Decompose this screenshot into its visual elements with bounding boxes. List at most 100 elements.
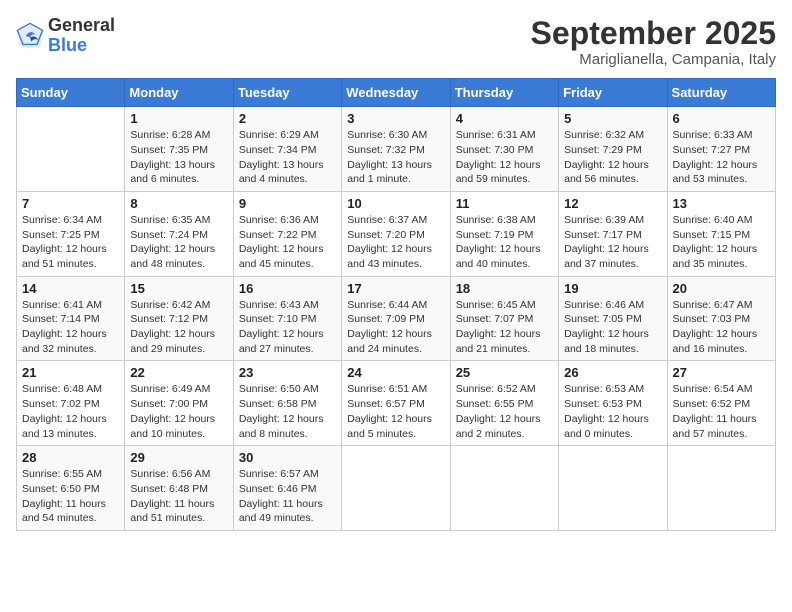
day-number: 7 [22,196,119,211]
calendar-cell: 1 Sunrise: 6:28 AMSunset: 7:35 PMDaylight… [125,107,233,192]
day-info: Sunrise: 6:57 AMSunset: 6:46 PMDaylight:… [239,467,336,526]
day-info: Sunrise: 6:33 AMSunset: 7:27 PMDaylight:… [673,128,770,187]
calendar-cell: 6Sunrise: 6:33 AMSunset: 7:27 PMDaylight… [667,107,775,192]
day-number: 23 [239,365,336,380]
day-info: Sunrise: 6:43 AMSunset: 7:10 PMDaylight:… [239,298,336,357]
logo-general: General [48,16,115,36]
day-info: Sunrise: 6:49 AMSunset: 7:00 PMDaylight:… [130,382,227,441]
calendar-cell: 28 Sunrise: 6:55 AMSunset: 6:50 PMDayligh… [17,446,125,531]
day-number: 2 [239,111,336,126]
day-info: Sunrise: 6:48 AMSunset: 7:02 PMDaylight:… [22,382,119,441]
logo-icon [16,22,44,50]
calendar-cell: 10 Sunrise: 6:37 AMSunset: 7:20 PMDayligh… [342,191,450,276]
day-number: 12 [564,196,661,211]
day-info: Sunrise: 6:40 AMSunset: 7:15 PMDaylight:… [673,213,770,272]
day-number: 20 [673,281,770,296]
day-number: 9 [239,196,336,211]
logo-blue: Blue [48,36,115,56]
calendar-body: 1 Sunrise: 6:28 AMSunset: 7:35 PMDaylight… [17,107,776,531]
calendar-cell: 2 Sunrise: 6:29 AMSunset: 7:34 PMDaylight… [233,107,341,192]
day-info: Sunrise: 6:32 AMSunset: 7:29 PMDaylight:… [564,128,661,187]
day-number: 10 [347,196,444,211]
calendar-week-4: 21Sunrise: 6:48 AMSunset: 7:02 PMDayligh… [17,361,776,446]
location: Mariglianella, Campania, Italy [531,51,776,68]
header-day-thursday: Thursday [450,79,558,107]
day-info: Sunrise: 6:29 AMSunset: 7:34 PMDaylight:… [239,128,336,187]
calendar-cell [450,446,558,531]
header-day-tuesday: Tuesday [233,79,341,107]
day-info: Sunrise: 6:37 AMSunset: 7:20 PMDaylight:… [347,213,444,272]
header-day-saturday: Saturday [667,79,775,107]
day-info: Sunrise: 6:35 AMSunset: 7:24 PMDaylight:… [130,213,227,272]
day-number: 8 [130,196,227,211]
calendar-cell: 5 Sunrise: 6:32 AMSunset: 7:29 PMDaylight… [559,107,667,192]
day-info: Sunrise: 6:54 AMSunset: 6:52 PMDaylight:… [673,382,770,441]
day-number: 19 [564,281,661,296]
day-number: 27 [673,365,770,380]
day-number: 17 [347,281,444,296]
day-number: 16 [239,281,336,296]
calendar-week-2: 7 Sunrise: 6:34 AMSunset: 7:25 PMDaylight… [17,191,776,276]
day-number: 1 [130,111,227,126]
day-info: Sunrise: 6:28 AMSunset: 7:35 PMDaylight:… [130,128,227,187]
calendar-cell: 17 Sunrise: 6:44 AMSunset: 7:09 PMDayligh… [342,276,450,361]
calendar-week-1: 1 Sunrise: 6:28 AMSunset: 7:35 PMDaylight… [17,107,776,192]
day-number: 28 [22,450,119,465]
calendar-cell [342,446,450,531]
day-number: 5 [564,111,661,126]
day-info: Sunrise: 6:52 AMSunset: 6:55 PMDaylight:… [456,382,553,441]
day-number: 25 [456,365,553,380]
calendar-cell: 16 Sunrise: 6:43 AMSunset: 7:10 PMDayligh… [233,276,341,361]
calendar-week-5: 28 Sunrise: 6:55 AMSunset: 6:50 PMDayligh… [17,446,776,531]
logo-text: General Blue [48,16,115,56]
day-number: 4 [456,111,553,126]
calendar-cell: 4 Sunrise: 6:31 AMSunset: 7:30 PMDaylight… [450,107,558,192]
header-day-friday: Friday [559,79,667,107]
title-block: September 2025 Mariglianella, Campania, … [531,16,776,68]
day-number: 26 [564,365,661,380]
day-info: Sunrise: 6:39 AMSunset: 7:17 PMDaylight:… [564,213,661,272]
calendar-cell: 9 Sunrise: 6:36 AMSunset: 7:22 PMDaylight… [233,191,341,276]
calendar-header: SundayMondayTuesdayWednesdayThursdayFrid… [17,79,776,107]
day-info: Sunrise: 6:47 AMSunset: 7:03 PMDaylight:… [673,298,770,357]
day-number: 24 [347,365,444,380]
header-day-sunday: Sunday [17,79,125,107]
page-header: General Blue September 2025 Mariglianell… [16,16,776,68]
day-number: 30 [239,450,336,465]
calendar-cell: 3Sunrise: 6:30 AMSunset: 7:32 PMDaylight… [342,107,450,192]
day-info: Sunrise: 6:53 AMSunset: 6:53 PMDaylight:… [564,382,661,441]
day-info: Sunrise: 6:31 AMSunset: 7:30 PMDaylight:… [456,128,553,187]
calendar-cell [17,107,125,192]
day-info: Sunrise: 6:34 AMSunset: 7:25 PMDaylight:… [22,213,119,272]
calendar-cell: 24 Sunrise: 6:51 AMSunset: 6:57 PMDayligh… [342,361,450,446]
calendar-cell: 22 Sunrise: 6:49 AMSunset: 7:00 PMDayligh… [125,361,233,446]
day-number: 14 [22,281,119,296]
header-day-monday: Monday [125,79,233,107]
calendar-cell: 13 Sunrise: 6:40 AMSunset: 7:15 PMDayligh… [667,191,775,276]
day-info: Sunrise: 6:44 AMSunset: 7:09 PMDaylight:… [347,298,444,357]
day-info: Sunrise: 6:45 AMSunset: 7:07 PMDaylight:… [456,298,553,357]
calendar-cell: 15Sunrise: 6:42 AMSunset: 7:12 PMDayligh… [125,276,233,361]
calendar-cell: 26 Sunrise: 6:53 AMSunset: 6:53 PMDayligh… [559,361,667,446]
day-number: 13 [673,196,770,211]
calendar-cell: 25 Sunrise: 6:52 AMSunset: 6:55 PMDayligh… [450,361,558,446]
calendar-cell: 27 Sunrise: 6:54 AMSunset: 6:52 PMDayligh… [667,361,775,446]
calendar-cell: 7 Sunrise: 6:34 AMSunset: 7:25 PMDaylight… [17,191,125,276]
day-info: Sunrise: 6:55 AMSunset: 6:50 PMDaylight:… [22,467,119,526]
calendar-cell: 11Sunrise: 6:38 AMSunset: 7:19 PMDayligh… [450,191,558,276]
calendar-table: SundayMondayTuesdayWednesdayThursdayFrid… [16,78,776,531]
calendar-cell: 19Sunrise: 6:46 AMSunset: 7:05 PMDayligh… [559,276,667,361]
day-info: Sunrise: 6:51 AMSunset: 6:57 PMDaylight:… [347,382,444,441]
day-number: 22 [130,365,227,380]
day-info: Sunrise: 6:56 AMSunset: 6:48 PMDaylight:… [130,467,227,526]
calendar-cell [559,446,667,531]
day-number: 29 [130,450,227,465]
header-row: SundayMondayTuesdayWednesdayThursdayFrid… [17,79,776,107]
header-day-wednesday: Wednesday [342,79,450,107]
month-title: September 2025 [531,16,776,51]
day-info: Sunrise: 6:36 AMSunset: 7:22 PMDaylight:… [239,213,336,272]
calendar-cell: 29 Sunrise: 6:56 AMSunset: 6:48 PMDayligh… [125,446,233,531]
day-number: 15 [130,281,227,296]
calendar-cell [667,446,775,531]
calendar-week-3: 14Sunrise: 6:41 AMSunset: 7:14 PMDayligh… [17,276,776,361]
